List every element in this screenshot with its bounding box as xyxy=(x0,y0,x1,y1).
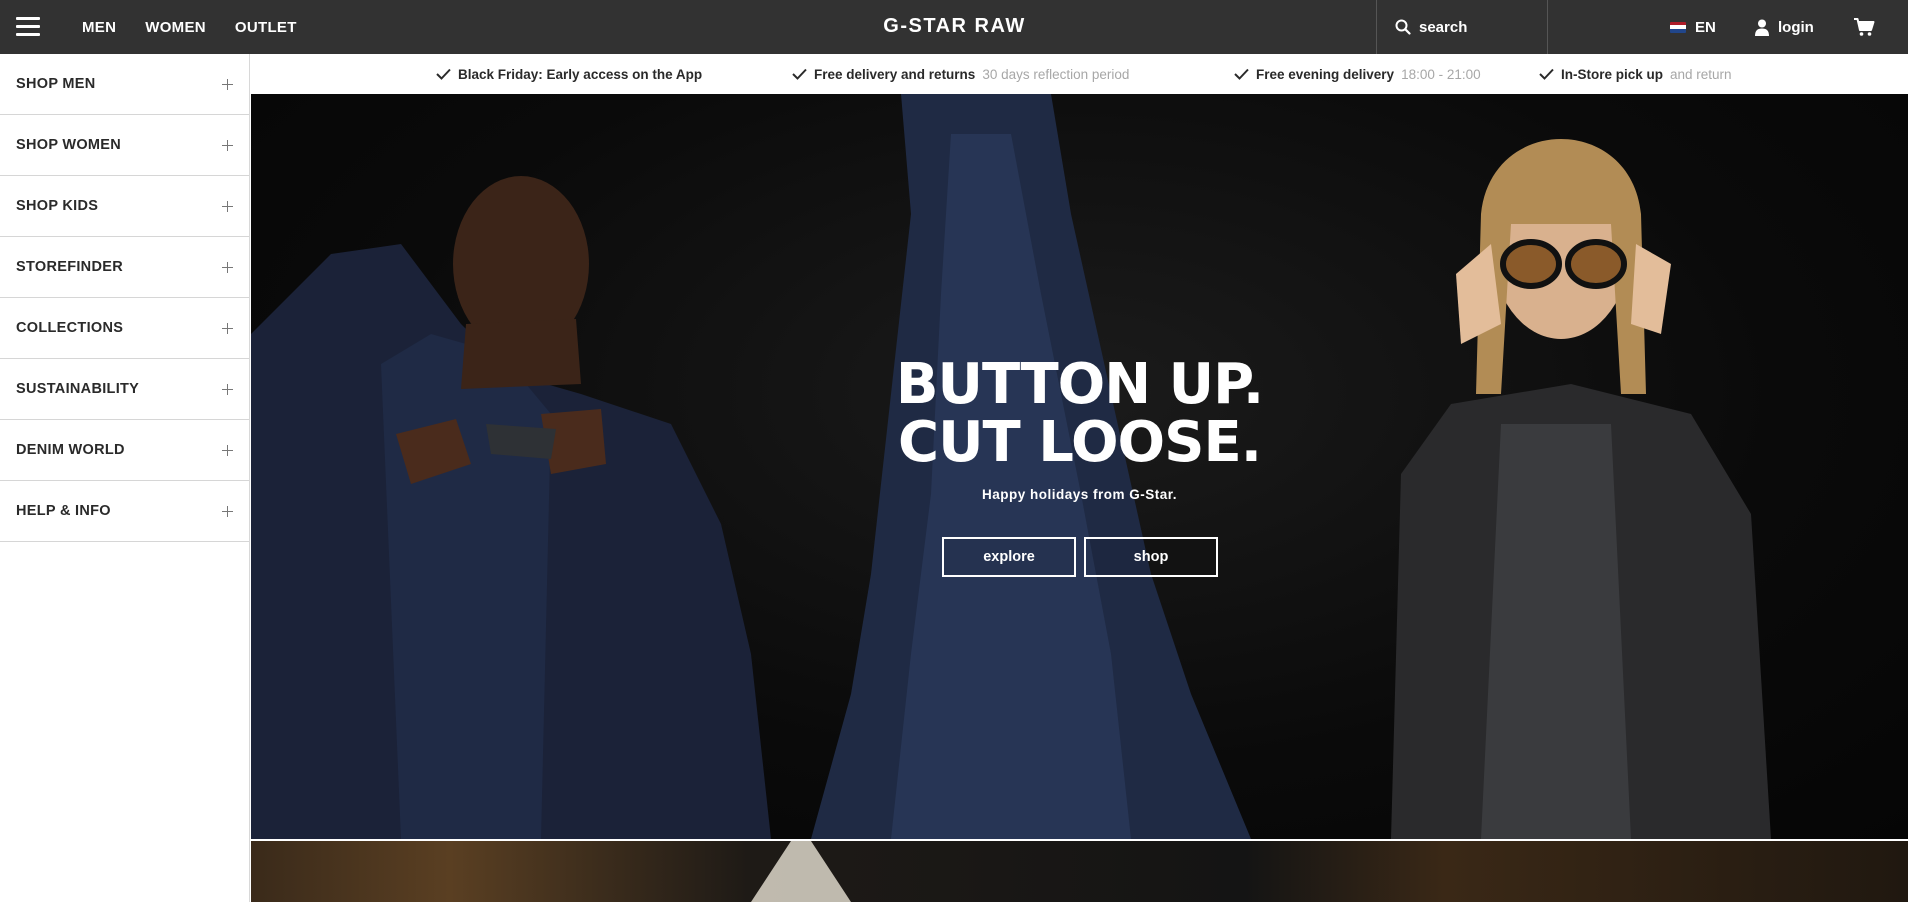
checkmark-icon xyxy=(1539,68,1554,80)
expand-plus-icon[interactable] xyxy=(222,78,233,90)
sidebar-item-sustainability[interactable]: SUSTAINABILITY xyxy=(0,359,249,420)
sidebar-item-label: SHOP WOMEN xyxy=(16,137,122,153)
search-icon xyxy=(1395,19,1411,35)
expand-plus-icon[interactable] xyxy=(222,322,233,334)
sidebar-item-shop-women[interactable]: SHOP WOMEN xyxy=(0,115,249,176)
language-selector[interactable]: EN xyxy=(1670,0,1716,54)
usp-item[interactable]: Black Friday: Early access on the App xyxy=(436,54,702,94)
sidebar-item-label: SHOP KIDS xyxy=(16,198,99,214)
usp-bar: Black Friday: Early access on the App Fr… xyxy=(251,54,1908,94)
secondary-banner[interactable] xyxy=(251,841,1908,902)
hero-buttons: explore shop xyxy=(942,537,1218,577)
login-link[interactable]: login xyxy=(1755,0,1814,54)
sidebar-item-label: SUSTAINABILITY xyxy=(16,381,140,397)
usp-title: Black Friday: Early access on the App xyxy=(458,66,703,82)
usp-detail: 30 days reflection period xyxy=(982,66,1130,82)
search-label: search xyxy=(1419,18,1468,36)
expand-plus-icon[interactable] xyxy=(222,261,233,273)
user-icon xyxy=(1755,19,1769,36)
brand-logo[interactable]: G-STAR RAW xyxy=(873,13,1036,40)
sidebar-item-label: SHOP MEN xyxy=(16,76,96,92)
usp-item[interactable]: Free evening delivery 18:00 - 21:00 xyxy=(1234,54,1481,94)
checkmark-icon xyxy=(1234,68,1249,80)
usp-title: Free delivery and returns xyxy=(814,66,976,82)
expand-plus-icon[interactable] xyxy=(222,200,233,212)
netherlands-flag-icon xyxy=(1670,21,1686,33)
shopping-cart-icon[interactable] xyxy=(1853,17,1875,37)
side-menu: SHOP MEN SHOP WOMEN SHOP KIDS STOREFINDE… xyxy=(0,54,250,902)
login-label: login xyxy=(1778,18,1814,36)
expand-plus-icon[interactable] xyxy=(222,505,233,517)
search-input[interactable]: search xyxy=(1376,0,1548,54)
hero-subtitle: Happy holidays from G-Star. xyxy=(981,487,1178,502)
usp-detail: 18:00 - 21:00 xyxy=(1401,66,1481,82)
expand-plus-icon[interactable] xyxy=(222,444,233,456)
checkmark-icon xyxy=(792,68,807,80)
hero-title: BUTTON UP. CUT LOOSE. xyxy=(251,356,1908,472)
sidebar-item-collections[interactable]: COLLECTIONS xyxy=(0,298,249,359)
main-nav: MEN WOMEN OUTLET xyxy=(82,0,297,54)
nav-outlet[interactable]: OUTLET xyxy=(235,19,297,36)
usp-item[interactable]: In-Store pick up and return xyxy=(1539,54,1732,94)
usp-title: Free evening delivery xyxy=(1256,66,1395,82)
hero-title-line-2: CUT LOOSE. xyxy=(897,410,1262,475)
nav-men[interactable]: MEN xyxy=(82,19,116,36)
sidebar-item-help-info[interactable]: HELP & INFO xyxy=(0,481,249,542)
nav-women[interactable]: WOMEN xyxy=(145,19,206,36)
usp-detail: and return xyxy=(1670,66,1732,82)
usp-title: In-Store pick up xyxy=(1561,66,1664,82)
sidebar-item-label: HELP & INFO xyxy=(16,503,111,519)
expand-plus-icon[interactable] xyxy=(222,383,233,395)
sidebar-item-label: STOREFINDER xyxy=(16,259,123,275)
sidebar-item-label: DENIM WORLD xyxy=(16,442,125,458)
hamburger-menu-icon[interactable] xyxy=(16,17,40,37)
usp-item[interactable]: Free delivery and returns 30 days reflec… xyxy=(792,54,1129,94)
top-bar: MEN WOMEN OUTLET G-STAR RAW search EN lo… xyxy=(0,0,1908,54)
sidebar-item-shop-kids[interactable]: SHOP KIDS xyxy=(0,176,249,237)
expand-plus-icon[interactable] xyxy=(222,139,233,151)
sidebar-item-denim-world[interactable]: DENIM WORLD xyxy=(0,420,249,481)
checkmark-icon xyxy=(436,68,451,80)
shop-button[interactable]: shop xyxy=(1084,537,1218,577)
secondary-banner-illustration xyxy=(751,841,851,902)
sidebar-item-shop-men[interactable]: SHOP MEN xyxy=(0,54,249,115)
sidebar-item-storefinder[interactable]: STOREFINDER xyxy=(0,237,249,298)
hero-title-line-1: BUTTON UP. xyxy=(895,352,1264,417)
hero-banner[interactable]: BUTTON UP. CUT LOOSE. Happy holidays fro… xyxy=(251,94,1908,839)
explore-button[interactable]: explore xyxy=(942,537,1076,577)
sidebar-item-label: COLLECTIONS xyxy=(16,320,124,336)
language-label: EN xyxy=(1695,18,1716,36)
